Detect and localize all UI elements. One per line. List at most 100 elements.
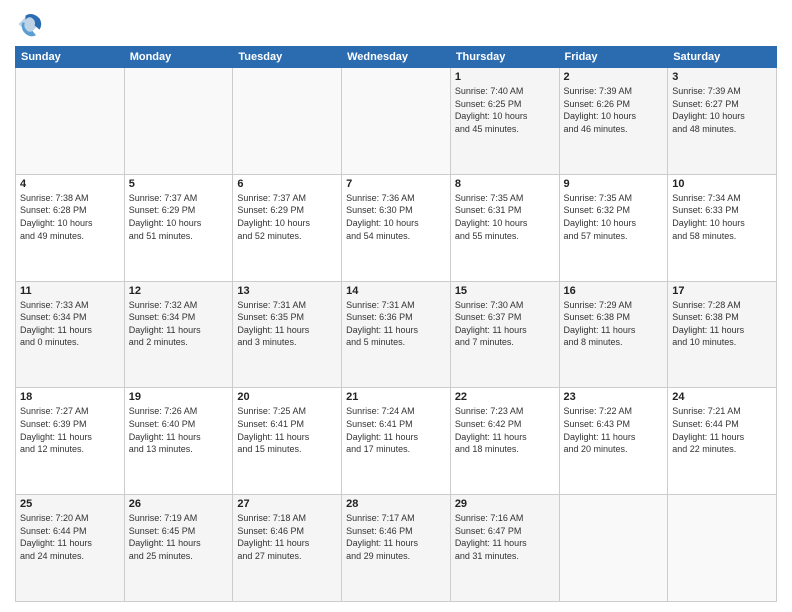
weekday-header-sunday: Sunday (16, 47, 125, 68)
day-info: Sunrise: 7:26 AM Sunset: 6:40 PM Dayligh… (129, 405, 229, 455)
calendar-cell: 9 Sunrise: 7:35 AM Sunset: 6:32 PM Daylig… (559, 174, 668, 281)
calendar-cell (559, 495, 668, 602)
day-number: 28 (346, 498, 446, 510)
calendar-cell: 26Sunrise: 7:19 AM Sunset: 6:45 PM Dayli… (124, 495, 233, 602)
day-info: Sunrise: 7:16 AM Sunset: 6:47 PM Dayligh… (455, 512, 555, 562)
calendar-cell: 4 Sunrise: 7:38 AM Sunset: 6:28 PM Daylig… (16, 174, 125, 281)
calendar-cell: 15 Sunrise: 7:30 AM Sunset: 6:37 PM Dayli… (450, 281, 559, 388)
day-number: 21 (346, 391, 446, 403)
day-info: Sunrise: 7:33 AM Sunset: 6:34 PM Dayligh… (20, 299, 120, 349)
day-number: 6 (237, 178, 337, 190)
calendar-row-0: 1 Sunrise: 7:40 AM Sunset: 6:25 PM Daylig… (16, 68, 777, 175)
day-info: Sunrise: 7:23 AM Sunset: 6:42 PM Dayligh… (455, 405, 555, 455)
day-number: 2 (564, 71, 664, 83)
calendar-cell (16, 68, 125, 175)
calendar-cell: 13 Sunrise: 7:31 AM Sunset: 6:35 PM Dayli… (233, 281, 342, 388)
day-number: 8 (455, 178, 555, 190)
weekday-header-thursday: Thursday (450, 47, 559, 68)
calendar-cell: 19 Sunrise: 7:26 AM Sunset: 6:40 PM Dayli… (124, 388, 233, 495)
weekday-header-tuesday: Tuesday (233, 47, 342, 68)
day-info: Sunrise: 7:31 AM Sunset: 6:36 PM Dayligh… (346, 299, 446, 349)
calendar-table: SundayMondayTuesdayWednesdayThursdayFrid… (15, 46, 777, 602)
day-number: 19 (129, 391, 229, 403)
weekday-header-saturday: Saturday (668, 47, 777, 68)
day-info: Sunrise: 7:29 AM Sunset: 6:38 PM Dayligh… (564, 299, 664, 349)
calendar-cell: 16 Sunrise: 7:29 AM Sunset: 6:38 PM Dayli… (559, 281, 668, 388)
calendar-cell: 28Sunrise: 7:17 AM Sunset: 6:46 PM Dayli… (342, 495, 451, 602)
day-info: Sunrise: 7:32 AM Sunset: 6:34 PM Dayligh… (129, 299, 229, 349)
day-number: 29 (455, 498, 555, 510)
day-info: Sunrise: 7:40 AM Sunset: 6:25 PM Dayligh… (455, 85, 555, 135)
calendar-cell: 14 Sunrise: 7:31 AM Sunset: 6:36 PM Dayli… (342, 281, 451, 388)
calendar-row-3: 18Sunrise: 7:27 AM Sunset: 6:39 PM Dayli… (16, 388, 777, 495)
page: SundayMondayTuesdayWednesdayThursdayFrid… (0, 0, 792, 612)
calendar-cell: 24 Sunrise: 7:21 AM Sunset: 6:44 PM Dayli… (668, 388, 777, 495)
day-number: 10 (672, 178, 772, 190)
calendar-cell: 22 Sunrise: 7:23 AM Sunset: 6:42 PM Dayli… (450, 388, 559, 495)
day-info: Sunrise: 7:39 AM Sunset: 6:27 PM Dayligh… (672, 85, 772, 135)
day-info: Sunrise: 7:34 AM Sunset: 6:33 PM Dayligh… (672, 192, 772, 242)
header (15, 10, 777, 38)
calendar-cell: 25Sunrise: 7:20 AM Sunset: 6:44 PM Dayli… (16, 495, 125, 602)
calendar-cell (342, 68, 451, 175)
day-number: 20 (237, 391, 337, 403)
day-number: 13 (237, 285, 337, 297)
calendar-cell: 18Sunrise: 7:27 AM Sunset: 6:39 PM Dayli… (16, 388, 125, 495)
weekday-header-monday: Monday (124, 47, 233, 68)
day-info: Sunrise: 7:20 AM Sunset: 6:44 PM Dayligh… (20, 512, 120, 562)
day-info: Sunrise: 7:36 AM Sunset: 6:30 PM Dayligh… (346, 192, 446, 242)
day-number: 18 (20, 391, 120, 403)
logo (15, 10, 47, 38)
calendar-cell: 11 Sunrise: 7:33 AM Sunset: 6:34 PM Dayli… (16, 281, 125, 388)
day-info: Sunrise: 7:37 AM Sunset: 6:29 PM Dayligh… (237, 192, 337, 242)
day-info: Sunrise: 7:31 AM Sunset: 6:35 PM Dayligh… (237, 299, 337, 349)
day-info: Sunrise: 7:24 AM Sunset: 6:41 PM Dayligh… (346, 405, 446, 455)
day-number: 23 (564, 391, 664, 403)
day-info: Sunrise: 7:35 AM Sunset: 6:32 PM Dayligh… (564, 192, 664, 242)
day-info: Sunrise: 7:37 AM Sunset: 6:29 PM Dayligh… (129, 192, 229, 242)
calendar-cell: 6 Sunrise: 7:37 AM Sunset: 6:29 PM Daylig… (233, 174, 342, 281)
day-info: Sunrise: 7:18 AM Sunset: 6:46 PM Dayligh… (237, 512, 337, 562)
day-info: Sunrise: 7:28 AM Sunset: 6:38 PM Dayligh… (672, 299, 772, 349)
calendar-cell (233, 68, 342, 175)
day-number: 7 (346, 178, 446, 190)
day-info: Sunrise: 7:30 AM Sunset: 6:37 PM Dayligh… (455, 299, 555, 349)
calendar-cell: 7 Sunrise: 7:36 AM Sunset: 6:30 PM Daylig… (342, 174, 451, 281)
weekday-header-wednesday: Wednesday (342, 47, 451, 68)
day-number: 3 (672, 71, 772, 83)
day-info: Sunrise: 7:22 AM Sunset: 6:43 PM Dayligh… (564, 405, 664, 455)
calendar-cell: 3 Sunrise: 7:39 AM Sunset: 6:27 PM Daylig… (668, 68, 777, 175)
calendar-cell: 8Sunrise: 7:35 AM Sunset: 6:31 PM Daylig… (450, 174, 559, 281)
weekday-header-friday: Friday (559, 47, 668, 68)
calendar-row-4: 25Sunrise: 7:20 AM Sunset: 6:44 PM Dayli… (16, 495, 777, 602)
day-number: 14 (346, 285, 446, 297)
day-number: 24 (672, 391, 772, 403)
day-info: Sunrise: 7:38 AM Sunset: 6:28 PM Dayligh… (20, 192, 120, 242)
calendar-cell: 21 Sunrise: 7:24 AM Sunset: 6:41 PM Dayli… (342, 388, 451, 495)
calendar-row-2: 11 Sunrise: 7:33 AM Sunset: 6:34 PM Dayli… (16, 281, 777, 388)
calendar-cell: 12 Sunrise: 7:32 AM Sunset: 6:34 PM Dayli… (124, 281, 233, 388)
day-number: 17 (672, 285, 772, 297)
calendar-cell: 10 Sunrise: 7:34 AM Sunset: 6:33 PM Dayli… (668, 174, 777, 281)
day-number: 22 (455, 391, 555, 403)
calendar-cell: 20 Sunrise: 7:25 AM Sunset: 6:41 PM Dayli… (233, 388, 342, 495)
calendar-cell (668, 495, 777, 602)
day-number: 12 (129, 285, 229, 297)
day-number: 5 (129, 178, 229, 190)
calendar-cell: 2Sunrise: 7:39 AM Sunset: 6:26 PM Daylig… (559, 68, 668, 175)
logo-icon (15, 10, 43, 38)
day-info: Sunrise: 7:25 AM Sunset: 6:41 PM Dayligh… (237, 405, 337, 455)
day-number: 15 (455, 285, 555, 297)
day-number: 11 (20, 285, 120, 297)
day-number: 27 (237, 498, 337, 510)
calendar-row-1: 4 Sunrise: 7:38 AM Sunset: 6:28 PM Daylig… (16, 174, 777, 281)
day-number: 4 (20, 178, 120, 190)
day-number: 26 (129, 498, 229, 510)
day-info: Sunrise: 7:21 AM Sunset: 6:44 PM Dayligh… (672, 405, 772, 455)
calendar-cell (124, 68, 233, 175)
calendar-cell: 5 Sunrise: 7:37 AM Sunset: 6:29 PM Daylig… (124, 174, 233, 281)
day-number: 16 (564, 285, 664, 297)
weekday-header-row: SundayMondayTuesdayWednesdayThursdayFrid… (16, 47, 777, 68)
day-number: 9 (564, 178, 664, 190)
day-number: 1 (455, 71, 555, 83)
